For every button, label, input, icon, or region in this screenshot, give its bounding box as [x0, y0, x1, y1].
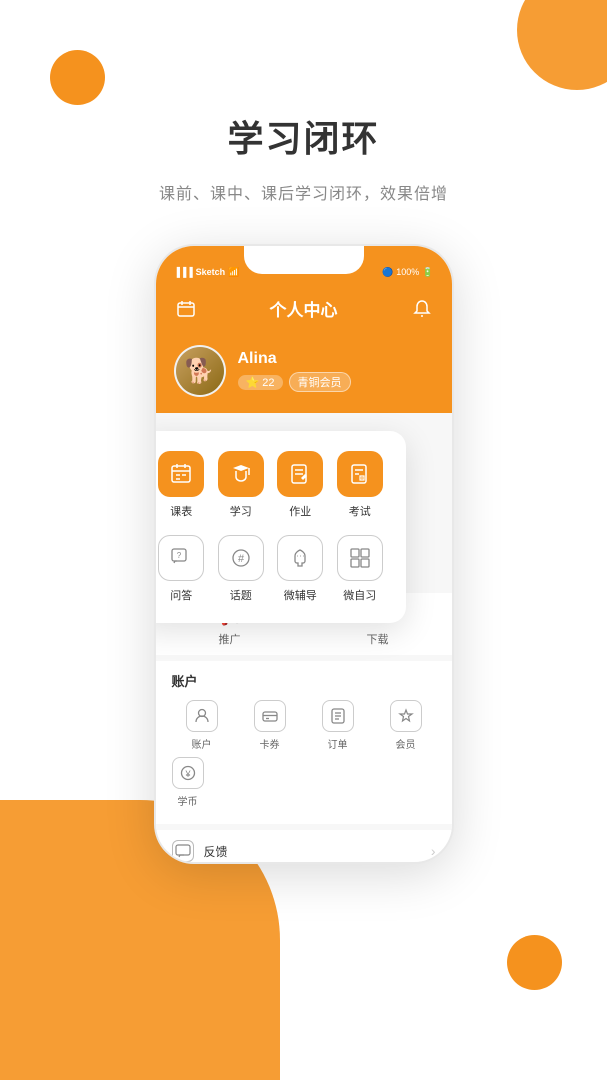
- profile-name: Alina: [238, 350, 351, 368]
- title-area: 学习闭环 课前、课中、课后学习闭环，效果倍增: [0, 0, 607, 204]
- svg-text:#: #: [238, 553, 245, 565]
- menu-item-xuexi[interactable]: 学习: [211, 451, 271, 519]
- status-left: ▐▐▐ Sketch 📶: [174, 267, 240, 278]
- menu-item-weifudao[interactable]: 微辅导: [271, 535, 331, 603]
- list-section: 反馈 › 客服 ›: [156, 830, 452, 864]
- phone-container: ▐▐▐ Sketch 📶 9:41 AM 🔵 100% 🔋 个人: [0, 244, 607, 864]
- fankui-label: 反馈: [204, 843, 431, 860]
- points-badge: ⭐ 22: [238, 375, 283, 390]
- wenda-icon: ?: [158, 535, 204, 581]
- calendar-icon[interactable]: [174, 297, 198, 321]
- xuexi-icon: [218, 451, 264, 497]
- bluetooth-icon: 🔵: [382, 267, 393, 278]
- account-icon-zhanghu: [186, 700, 218, 732]
- account-icon-huiyuan: [390, 700, 422, 732]
- account-icon-kaquan: [254, 700, 286, 732]
- account-grid: 账户 卡券: [172, 700, 436, 751]
- profile-area: 🐕 Alina ⭐ 22 青铜会员: [156, 335, 452, 413]
- header-title: 个人中心: [270, 296, 338, 321]
- profile-badges: ⭐ 22 青铜会员: [238, 372, 351, 392]
- account-item-zhanghu[interactable]: 账户: [172, 700, 232, 751]
- phone-mockup: ▐▐▐ Sketch 📶 9:41 AM 🔵 100% 🔋 个人: [154, 244, 454, 864]
- wifi-icon: 📶: [228, 267, 239, 278]
- account-section-title: 账户: [172, 671, 436, 690]
- account-label-zhanghu: 账户: [192, 736, 212, 751]
- weifudao-label: 微辅导: [284, 587, 317, 603]
- huati-label: 话题: [230, 587, 252, 603]
- menu-item-kebiao[interactable]: 课表: [154, 451, 212, 519]
- account-item-kaquan[interactable]: 卡券: [240, 700, 300, 751]
- promote-label-download: 下载: [367, 631, 389, 647]
- kebiao-icon: [158, 451, 204, 497]
- account-label-xuebi: 学币: [178, 793, 198, 808]
- account-row2: ¥ 学币: [172, 751, 436, 814]
- avatar: 🐕: [174, 345, 226, 397]
- wenda-label: 问答: [170, 587, 192, 603]
- kebiao-label: 课表: [170, 503, 192, 519]
- account-item-xuebi[interactable]: ¥ 学币: [172, 757, 204, 808]
- signal-icon: ▐▐▐: [174, 267, 193, 277]
- account-icon-dingdan: [322, 700, 354, 732]
- xuexi-label: 学习: [230, 503, 252, 519]
- account-item-dingdan[interactable]: 订单: [308, 700, 368, 751]
- menu-item-zuoye[interactable]: 作业: [271, 451, 331, 519]
- huati-icon: #: [218, 535, 264, 581]
- zuoye-icon: [277, 451, 323, 497]
- status-right: 🔵 100% 🔋: [382, 267, 433, 278]
- signal-label: Sketch: [196, 267, 226, 277]
- points-value: 22: [262, 377, 274, 389]
- menu-grid: 课表 学习: [154, 451, 390, 603]
- menu-item-wenda[interactable]: ? 问答: [154, 535, 212, 603]
- member-badge: 青铜会员: [289, 372, 351, 392]
- battery-label: 100%: [396, 267, 419, 277]
- kaoshi-label: 考试: [349, 503, 371, 519]
- menu-item-weizixi[interactable]: 微自习: [330, 535, 390, 603]
- account-label-dingdan: 订单: [328, 736, 348, 751]
- bell-icon[interactable]: [410, 297, 434, 321]
- floating-menu-card: 课表 学习: [154, 431, 406, 623]
- list-item-fankui[interactable]: 反馈 ›: [156, 830, 452, 864]
- sub-title: 课前、课中、课后学习闭环，效果倍增: [0, 180, 607, 204]
- menu-item-huati[interactable]: # 话题: [211, 535, 271, 603]
- app-header: 个人中心: [156, 290, 452, 335]
- avatar-image: 🐕: [176, 347, 224, 395]
- account-label-kaquan: 卡券: [260, 736, 280, 751]
- fankui-icon: [172, 840, 194, 862]
- bg-circle-bottom-right: [507, 935, 562, 990]
- weifudao-icon: [277, 535, 323, 581]
- profile-info: Alina ⭐ 22 青铜会员: [238, 350, 351, 392]
- points-icon: ⭐: [246, 377, 260, 389]
- battery-icon: 🔋: [422, 267, 433, 278]
- svg-text:¥: ¥: [184, 769, 191, 779]
- weizixi-label: 微自习: [343, 587, 376, 603]
- kaoshi-icon: [337, 451, 383, 497]
- zuoye-label: 作业: [289, 503, 311, 519]
- phone-notch: [244, 246, 364, 274]
- promote-label-tuiguang: 推广: [219, 631, 241, 647]
- fankui-arrow: ›: [431, 843, 436, 859]
- account-icon-xuebi: ¥: [172, 757, 204, 789]
- menu-item-kaoshi[interactable]: 考试: [330, 451, 390, 519]
- account-item-huiyuan[interactable]: 会员: [376, 700, 436, 751]
- weizixi-icon: [337, 535, 383, 581]
- main-title: 学习闭环: [0, 110, 607, 162]
- account-label-huiyuan: 会员: [396, 736, 416, 751]
- svg-text:?: ?: [177, 551, 182, 560]
- account-section: 账户 账户: [156, 661, 452, 824]
